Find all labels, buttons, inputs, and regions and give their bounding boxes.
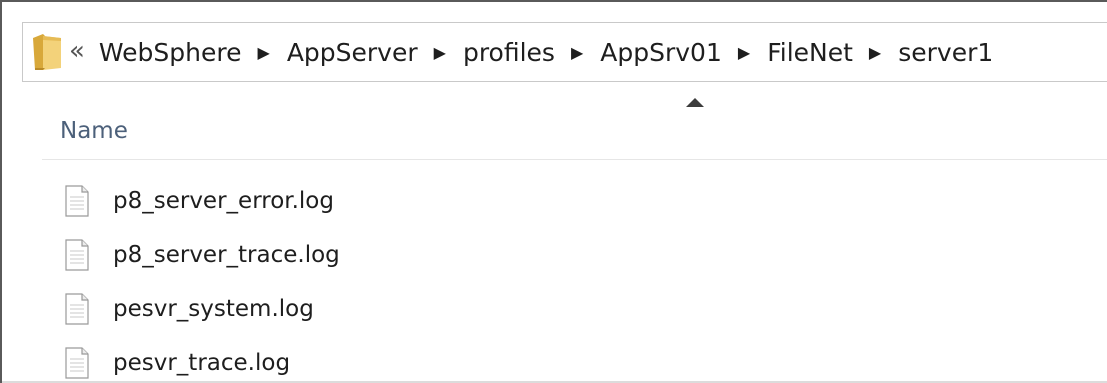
file-name: p8_server_trace.log — [113, 242, 340, 268]
file-name: p8_server_error.log — [113, 188, 334, 214]
breadcrumb-separator-arrow[interactable]: ▶ — [258, 43, 270, 62]
breadcrumb-separator-arrow[interactable]: ▶ — [571, 43, 583, 62]
breadcrumb-filenet[interactable]: FileNet — [767, 38, 853, 67]
breadcrumb-separator-arrow[interactable]: ▶ — [869, 43, 881, 62]
text-file-icon — [65, 239, 89, 271]
file-explorer-window: « WebSphere ▶ AppServer ▶ profiles ▶ App… — [0, 0, 1107, 383]
list-item[interactable]: p8_server_error.log — [64, 174, 1064, 228]
breadcrumb-websphere[interactable]: WebSphere — [99, 38, 242, 67]
list-item[interactable]: pesvr_trace.log — [64, 336, 1064, 383]
breadcrumb-appserver[interactable]: AppServer — [287, 38, 418, 67]
file-list: p8_server_error.log p8_server_trace.log — [64, 174, 1064, 383]
column-header-label: Name — [60, 117, 128, 144]
folder-icon — [33, 34, 61, 70]
breadcrumb-separator-arrow[interactable]: ▶ — [738, 43, 750, 62]
list-item[interactable]: p8_server_trace.log — [64, 228, 1064, 282]
breadcrumb-profiles[interactable]: profiles — [463, 38, 555, 67]
list-item[interactable]: pesvr_system.log — [64, 282, 1064, 336]
breadcrumb-server1[interactable]: server1 — [898, 38, 993, 67]
breadcrumb-appsrv01[interactable]: AppSrv01 — [600, 38, 722, 67]
column-header-name[interactable]: Name — [42, 102, 1107, 160]
file-name: pesvr_system.log — [113, 296, 314, 322]
text-file-icon — [65, 185, 89, 217]
file-name: pesvr_trace.log — [113, 350, 291, 376]
text-file-icon — [65, 347, 89, 379]
breadcrumb-separator-arrow[interactable]: ▶ — [434, 43, 446, 62]
breadcrumb-overflow-button[interactable]: « — [69, 36, 85, 66]
address-bar[interactable]: « WebSphere ▶ AppServer ▶ profiles ▶ App… — [22, 22, 1107, 82]
text-file-icon — [65, 293, 89, 325]
